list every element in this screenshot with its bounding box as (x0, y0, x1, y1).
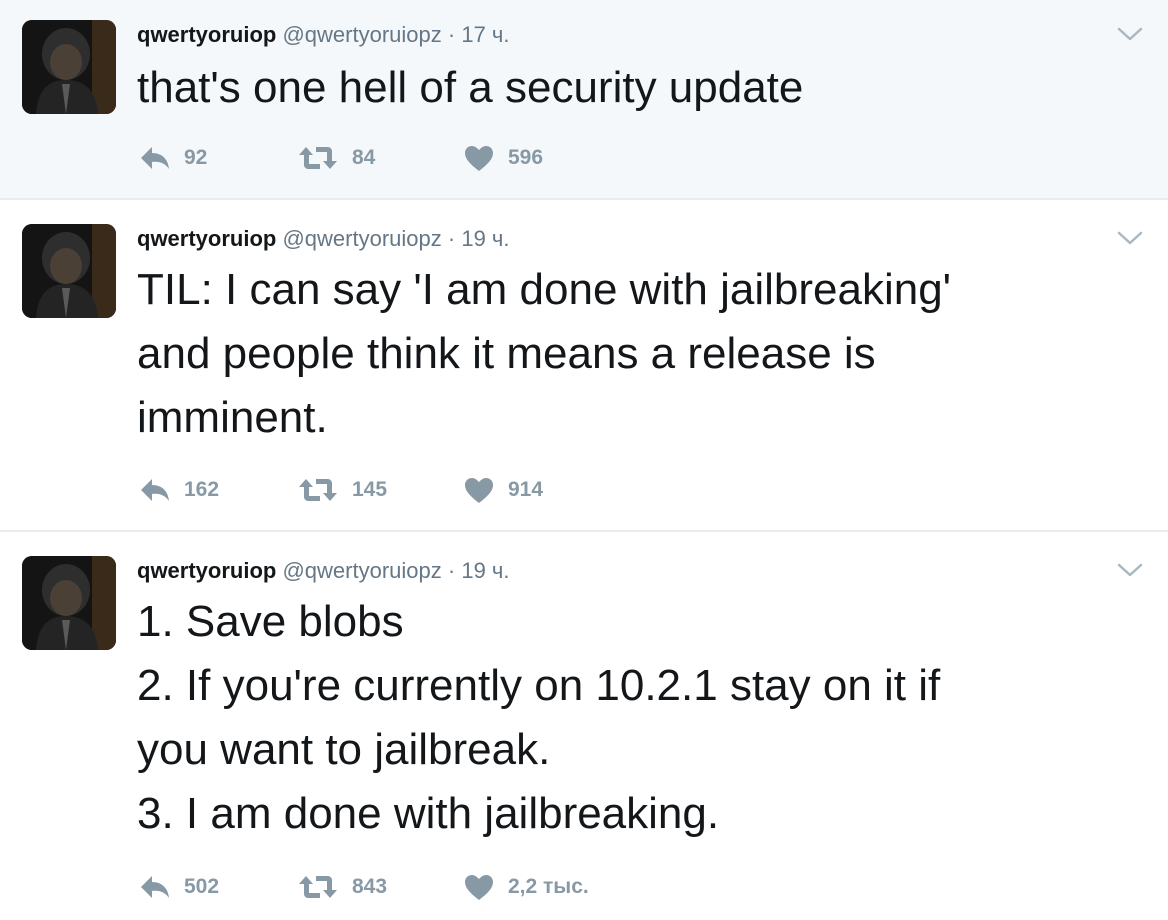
tweet[interactable]: qwertyoruiop @qwertyoruiopz · 19 ч. 1. S… (0, 532, 1168, 920)
avatar[interactable] (22, 556, 116, 650)
tweet-actions: 92 84 596 (140, 141, 543, 175)
tweet-text-line: you want to jailbreak. (137, 725, 551, 774)
avatar[interactable] (22, 224, 116, 318)
tweet-text-line: 3. I am done with jailbreaking. (137, 789, 720, 838)
retweet-icon (298, 477, 338, 503)
chevron-down-icon[interactable] (1116, 560, 1144, 580)
tweet-feed: qwertyoruiop @qwertyoruiopz · 17 ч. that… (0, 0, 1168, 920)
tweet-text: 1. Save blobs 2. If you're currently on … (137, 590, 1127, 846)
tweet-text-line: and people think it means a release is (137, 329, 876, 378)
avatar-photo (22, 224, 116, 318)
reply-arrow-icon (140, 477, 170, 503)
tweet[interactable]: qwertyoruiop @qwertyoruiopz · 19 ч. TIL:… (0, 200, 1168, 532)
tweet-text: that's one hell of a security update (137, 56, 1127, 120)
reply-arrow-icon (140, 874, 170, 900)
meta-separator: · (447, 22, 456, 47)
tweet-header: qwertyoruiop @qwertyoruiopz · 19 ч. (137, 224, 510, 254)
retweet-button[interactable]: 843 (298, 874, 464, 900)
user-handle[interactable]: @qwertyoruiopz (282, 226, 441, 251)
like-button[interactable]: 914 (464, 477, 543, 504)
retweet-button[interactable]: 145 (298, 477, 464, 503)
avatar-photo (22, 556, 116, 650)
timestamp[interactable]: 19 ч. (461, 226, 509, 251)
tweet-actions: 162 145 914 (140, 473, 543, 507)
avatar[interactable] (22, 20, 116, 114)
retweet-count: 145 (352, 478, 388, 501)
tweet[interactable]: qwertyoruiop @qwertyoruiopz · 17 ч. that… (0, 0, 1168, 200)
reply-button[interactable]: 162 (140, 477, 298, 503)
reply-button[interactable]: 502 (140, 874, 298, 900)
display-name[interactable]: qwertyoruiop (137, 22, 276, 47)
user-handle[interactable]: @qwertyoruiopz (282, 22, 441, 47)
like-count: 914 (508, 478, 544, 501)
like-count: 596 (508, 146, 544, 169)
timestamp[interactable]: 19 ч. (461, 558, 509, 583)
chevron-down-icon[interactable] (1116, 228, 1144, 248)
display-name[interactable]: qwertyoruiop (137, 226, 276, 251)
heart-icon (464, 145, 494, 172)
reply-count: 502 (184, 875, 220, 898)
avatar-photo (22, 20, 116, 114)
reply-arrow-icon (140, 145, 170, 171)
tweet-text-line: TIL: I can say 'I am done with jailbreak… (137, 265, 952, 314)
retweet-count: 84 (352, 146, 376, 169)
tweet-actions: 502 843 2,2 тыс. (140, 870, 589, 904)
chevron-down-icon[interactable] (1116, 24, 1144, 44)
meta-separator: · (447, 558, 456, 583)
retweet-button[interactable]: 84 (298, 145, 464, 171)
retweet-count: 843 (352, 875, 388, 898)
user-handle[interactable]: @qwertyoruiopz (282, 558, 441, 583)
display-name[interactable]: qwertyoruiop (137, 558, 276, 583)
heart-icon (464, 874, 494, 901)
reply-button[interactable]: 92 (140, 145, 298, 171)
retweet-icon (298, 145, 338, 171)
like-button[interactable]: 596 (464, 145, 543, 172)
heart-icon (464, 477, 494, 504)
tweet-text-line: 2. If you're currently on 10.2.1 stay on… (137, 661, 941, 710)
retweet-icon (298, 874, 338, 900)
tweet-text-line: imminent. (137, 393, 328, 442)
tweet-text: TIL: I can say 'I am done with jailbreak… (137, 258, 1127, 450)
reply-count: 162 (184, 478, 220, 501)
timestamp[interactable]: 17 ч. (461, 22, 509, 47)
meta-separator: · (447, 226, 456, 251)
reply-count: 92 (184, 146, 208, 169)
tweet-header: qwertyoruiop @qwertyoruiopz · 19 ч. (137, 556, 510, 586)
tweet-text-line: that's one hell of a security update (137, 63, 804, 112)
like-button[interactable]: 2,2 тыс. (464, 874, 589, 901)
tweet-header: qwertyoruiop @qwertyoruiopz · 17 ч. (137, 20, 510, 50)
tweet-text-line: 1. Save blobs (137, 597, 404, 646)
like-count: 2,2 тыс. (508, 875, 589, 898)
